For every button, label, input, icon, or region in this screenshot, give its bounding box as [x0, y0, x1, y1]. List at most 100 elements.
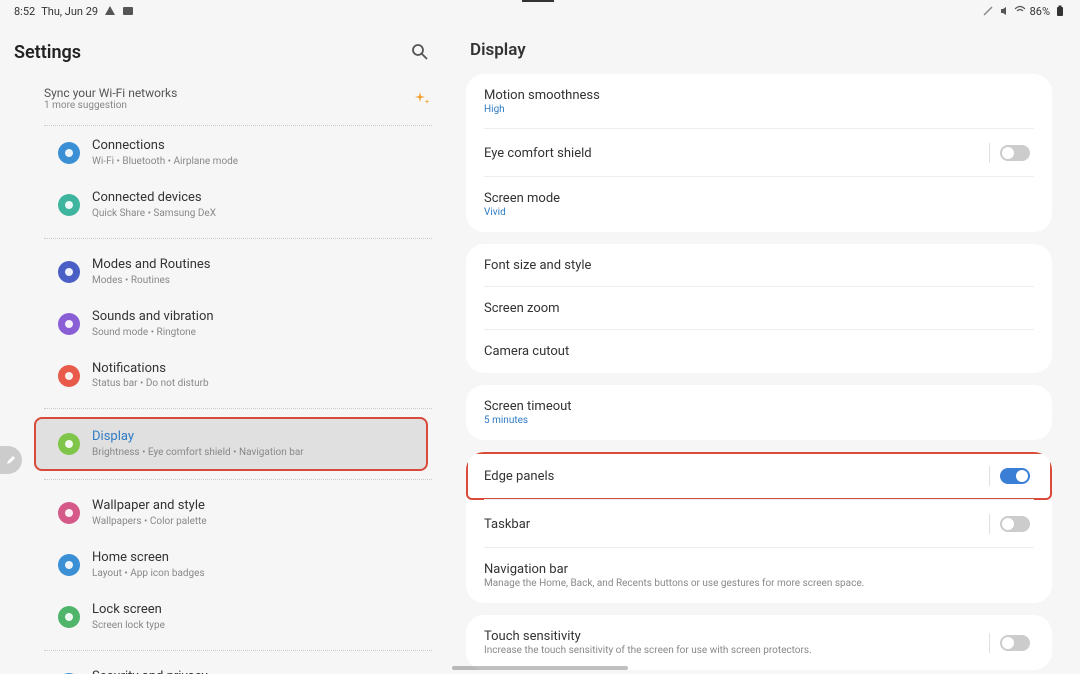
nav-icon — [58, 365, 80, 387]
divider — [44, 238, 432, 239]
toggle-separator — [989, 514, 990, 534]
status-date: Thu, Jun 29 — [41, 5, 98, 18]
sidebar-item-wallpaper-and-style[interactable]: Wallpaper and style Wallpapers • Color p… — [30, 488, 440, 538]
nav-item-sub: Quick Share • Samsung DeX — [92, 207, 216, 220]
row-desc: Increase the touch sensitivity of the sc… — [484, 645, 812, 656]
row-sub: 5 minutes — [484, 415, 572, 426]
sidebar-item-sounds-and-vibration[interactable]: Sounds and vibration Sound mode • Ringto… — [30, 299, 440, 349]
setting-row-screen-zoom[interactable]: Screen zoom — [466, 287, 1052, 330]
nav-item-title: Connected devices — [92, 190, 216, 207]
nav-icon — [58, 606, 80, 628]
row-title: Screen timeout — [484, 399, 572, 414]
sparkle-icon — [414, 90, 432, 108]
row-desc: Manage the Home, Back, and Recents butto… — [484, 578, 864, 589]
toggle-switch[interactable] — [1000, 516, 1030, 532]
row-title: Screen zoom — [484, 301, 560, 316]
scroll-indicator — [452, 666, 628, 670]
display-detail-panel: Display Motion smoothnessHigh Eye comfort… — [452, 22, 1080, 674]
toggle-separator — [989, 633, 990, 653]
top-accent-bar — [522, 0, 554, 2]
setting-row-motion-smoothness[interactable]: Motion smoothnessHigh — [466, 74, 1052, 129]
nav-item-title: Sounds and vibration — [92, 309, 214, 326]
setting-row-eye-comfort-shield[interactable]: Eye comfort shield — [466, 129, 1052, 177]
nav-item-sub: Brightness • Eye comfort shield • Naviga… — [92, 446, 304, 459]
sidebar-item-connected-devices[interactable]: Connected devices Quick Share • Samsung … — [30, 180, 440, 230]
setting-row-touch-sensitivity[interactable]: Touch sensitivityIncrease the touch sens… — [466, 615, 1052, 670]
nav-item-title: Lock screen — [92, 602, 165, 619]
setting-row-font-size-and-style[interactable]: Font size and style — [466, 244, 1052, 287]
sidebar-item-lock-screen[interactable]: Lock screen Screen lock type — [30, 592, 440, 642]
setting-row-navigation-bar[interactable]: Navigation barManage the Home, Back, and… — [466, 548, 1052, 603]
toggle-switch[interactable] — [1000, 468, 1030, 484]
sync-sub: 1 more suggestion — [44, 100, 177, 111]
nav-item-sub: Sound mode • Ringtone — [92, 326, 214, 339]
nav-item-sub: Wi-Fi • Bluetooth • Airplane mode — [92, 155, 238, 168]
nav-item-sub: Screen lock type — [92, 619, 165, 632]
setting-row-edge-panels[interactable]: Edge panels — [466, 452, 1052, 500]
sidebar-item-modes-and-routines[interactable]: Modes and Routines Modes • Routines — [30, 247, 440, 297]
row-title: Touch sensitivity — [484, 629, 812, 644]
sync-suggestion[interactable]: Sync your Wi-Fi networks 1 more suggesti… — [14, 80, 452, 125]
settings-card: Font size and style Screen zoom Camera cut… — [466, 244, 1052, 373]
sync-title: Sync your Wi-Fi networks — [44, 86, 177, 100]
row-sub: High — [484, 104, 600, 115]
pen-icon — [982, 5, 994, 17]
image-icon — [122, 5, 134, 17]
battery-percent: 86% — [1030, 5, 1050, 18]
display-title: Display — [466, 22, 1052, 74]
settings-card: Touch sensitivityIncrease the touch sens… — [466, 615, 1052, 670]
row-title: Edge panels — [484, 469, 554, 484]
settings-title: Settings — [14, 42, 81, 63]
mute-icon — [998, 5, 1010, 17]
pencil-icon — [6, 455, 16, 465]
toggle-separator — [989, 143, 990, 163]
sidebar-item-notifications[interactable]: Notifications Status bar • Do not distur… — [30, 351, 440, 401]
settings-card: Edge panels Taskbar Navigation barManage t… — [466, 452, 1052, 603]
nav-item-title: Home screen — [92, 550, 205, 567]
status-time: 8:52 — [14, 5, 35, 18]
settings-card: Screen timeout5 minutes — [466, 385, 1052, 440]
nav-icon — [58, 261, 80, 283]
row-title: Screen mode — [484, 191, 560, 206]
nav-icon — [58, 313, 80, 335]
nav-item-title: Wallpaper and style — [92, 498, 207, 515]
setting-row-screen-mode[interactable]: Screen modeVivid — [466, 177, 1052, 232]
setting-row-taskbar[interactable]: Taskbar — [466, 500, 1052, 548]
nav-icon — [58, 433, 80, 455]
nav-item-title: Display — [92, 429, 304, 446]
divider — [44, 408, 432, 409]
nav-item-title: Security and privacy — [92, 669, 240, 674]
nav-icon — [58, 554, 80, 576]
divider — [44, 479, 432, 480]
sidebar-item-home-screen[interactable]: Home screen Layout • App icon badges — [30, 540, 440, 590]
row-title: Font size and style — [484, 258, 591, 273]
setting-row-camera-cutout[interactable]: Camera cutout — [466, 330, 1052, 373]
row-sub: Vivid — [484, 207, 560, 218]
toggle-switch[interactable] — [1000, 145, 1030, 161]
search-button[interactable] — [408, 40, 432, 64]
nav-item-title: Modes and Routines — [92, 257, 211, 274]
divider — [44, 650, 432, 651]
settings-card: Motion smoothnessHigh Eye comfort shield S… — [466, 74, 1052, 232]
sidebar-item-connections[interactable]: Connections Wi-Fi • Bluetooth • Airplane… — [30, 128, 440, 178]
row-title: Taskbar — [484, 517, 530, 532]
nav-item-title: Connections — [92, 138, 238, 155]
settings-nav-panel: Settings Sync your Wi-Fi networks 1 more… — [0, 22, 452, 674]
nav-icon — [58, 502, 80, 524]
toggle-switch[interactable] — [1000, 635, 1030, 651]
warning-icon — [104, 5, 116, 17]
sidebar-item-security-and-privacy[interactable]: Security and privacy Biometrics • Permis… — [30, 659, 440, 674]
sidebar-item-display[interactable]: Display Brightness • Eye comfort shield … — [34, 417, 428, 471]
nav-item-sub: Status bar • Do not disturb — [92, 377, 209, 390]
row-title: Camera cutout — [484, 344, 569, 359]
setting-row-screen-timeout[interactable]: Screen timeout5 minutes — [466, 385, 1052, 440]
toggle-separator — [989, 466, 990, 486]
row-title: Navigation bar — [484, 562, 864, 577]
battery-icon — [1054, 5, 1066, 17]
search-icon — [411, 43, 429, 61]
wifi-icon — [1014, 5, 1026, 17]
row-title: Eye comfort shield — [484, 146, 592, 161]
nav-item-sub: Wallpapers • Color palette — [92, 515, 207, 528]
row-title: Motion smoothness — [484, 88, 600, 103]
divider — [44, 125, 432, 126]
